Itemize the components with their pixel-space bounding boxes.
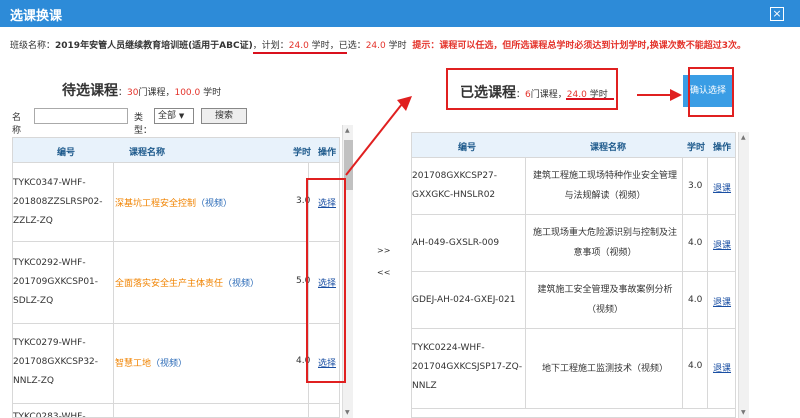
- action-column-annotation: [306, 178, 346, 383]
- course-code: TYKC0347-WHF- 201808ZZSLRSP02- ZZLZ-ZQ: [13, 178, 103, 226]
- col-code: 编号: [458, 143, 477, 153]
- table-row: AH-049-GXSLR-009 施工现场重大危险源识别与控制及注 意事项（视频）…: [412, 215, 735, 272]
- scroll-up-icon[interactable]: ▲: [741, 134, 746, 141]
- col-action: 操作: [713, 143, 732, 153]
- move-left-button[interactable]: <<: [377, 268, 390, 277]
- table-row: TYKC0224-WHF- 201704GXKCSJSP17-ZQ- NNLZ 地下…: [412, 329, 735, 409]
- course-code: GDEJ-AH-024-GXEJ-021: [412, 295, 516, 305]
- pending-hours-unit: 学时: [203, 88, 222, 98]
- class-info: 班级名称：2019年安管人员继续教育培训班(适用于ABC证)，计划：24.0 学…: [10, 36, 790, 57]
- move-right-button[interactable]: >>: [377, 246, 390, 255]
- course-code: AH-049-GXSLR-009: [412, 238, 500, 248]
- course-code: TYKC0292-WHF- 201709GXKCSP01- SDLZ-ZQ: [13, 258, 99, 306]
- course-code: TYKC0224-WHF- 201704GXKCSJSP17-ZQ- NNLZ: [412, 343, 523, 391]
- col-name: 课程名称: [590, 143, 627, 153]
- search-button[interactable]: 搜索: [201, 108, 247, 124]
- plan-underline-annotation: [262, 52, 347, 54]
- course-hours: 4.0: [688, 361, 703, 371]
- selected-courses-table: 编号 课程名称 学时 操作 201708GXKCSP27- GXXGKC-HNSL…: [411, 132, 736, 418]
- name-filter-label: 名称: [12, 113, 22, 136]
- close-icon[interactable]: ×: [770, 7, 784, 21]
- tip-text: 提示：课程可以任选，但所选课程总学时必须达到计划学时,换课次数不能超过3次。: [412, 41, 747, 51]
- col-code: 编号: [57, 148, 76, 158]
- class-label: 班级名称：: [10, 41, 56, 51]
- course-hours: 4.0: [688, 238, 703, 248]
- col-hours: 学时: [293, 148, 312, 158]
- plan-label: ，计划：: [252, 41, 289, 51]
- pending-courses-table: 编号 课程名称 学时 操作 TYKC0347-WHF- 201808ZZSLRSP…: [12, 137, 340, 418]
- confirm-button-annotation: [688, 67, 734, 117]
- drop-course-link[interactable]: 退课: [713, 361, 731, 374]
- selected-unit: 学时: [388, 41, 407, 51]
- selected-label: ，已选：: [329, 41, 366, 51]
- col-action: 操作: [318, 148, 337, 158]
- course-name: 施工现场重大危险源识别与控制及注 意事项（视频）: [532, 228, 677, 258]
- table-row: 201708GXKCSP27- GXXGKC-HNSLR02 建筑工程施工现场特种…: [412, 158, 735, 215]
- course-code: TYKC0283-WHF-: [13, 412, 86, 418]
- type-select[interactable]: 全部 ▼: [154, 108, 194, 124]
- drop-course-link[interactable]: 退课: [713, 238, 731, 251]
- pending-heading: 待选课程：30门课程，100.0 学时: [62, 80, 221, 100]
- table-row: TYKC0283-WHF-: [13, 404, 339, 418]
- selected-value: 24.0: [365, 41, 386, 51]
- scroll-down-icon[interactable]: ▼: [741, 409, 746, 416]
- pending-colon: ：: [118, 88, 128, 98]
- pending-count: 30: [127, 88, 139, 98]
- pending-hours: 100.0: [174, 88, 201, 98]
- name-filter-input[interactable]: [34, 108, 128, 124]
- selected-summary-annotation: [446, 68, 618, 110]
- dialog-title: 选课换课: [10, 9, 63, 24]
- course-name: 建筑工程施工现场特种作业安全管理 与法规解读（视频）: [532, 171, 677, 201]
- table-row: TYKC0292-WHF- 201709GXKCSP01- SDLZ-ZQ 全面落实…: [13, 242, 339, 324]
- col-hours: 学时: [687, 143, 706, 153]
- pending-table-header: 编号 课程名称 学时 操作: [13, 138, 339, 163]
- chevron-down-icon: ▼: [178, 112, 185, 120]
- selected-scrollbar[interactable]: ▲ ▼: [738, 132, 749, 418]
- type-select-value: 全部: [158, 111, 177, 121]
- drop-course-link[interactable]: 退课: [713, 295, 731, 308]
- table-row: TYKC0279-WHF- 201708GXKCSP32- NNLZ-ZQ 智慧工地…: [13, 324, 339, 404]
- course-name: 地下工程施工监测技术（视频）: [541, 364, 668, 374]
- col-name: 课程名称: [129, 148, 166, 158]
- selected-table-header: 编号 课程名称 学时 操作: [412, 133, 735, 158]
- pending-title: 待选课程: [62, 83, 118, 99]
- scroll-down-icon[interactable]: ▼: [345, 409, 350, 416]
- table-row: TYKC0347-WHF- 201808ZZSLRSP02- ZZLZ-ZQ 深基坑…: [13, 163, 339, 242]
- scroll-up-icon[interactable]: ▲: [345, 127, 350, 134]
- table-row: GDEJ-AH-024-GXEJ-021 建筑施工安全管理及事故案例分析 （视频）…: [412, 272, 735, 329]
- drop-course-link[interactable]: 退课: [713, 181, 731, 194]
- type-filter-label: 类型：: [134, 113, 153, 136]
- course-name: 智慧工地（视频）: [115, 359, 188, 369]
- course-code: TYKC0279-WHF- 201708GXKCSP32- NNLZ-ZQ: [13, 338, 99, 386]
- course-code: 201708GXKCSP27- GXXGKC-HNSLR02: [412, 171, 498, 200]
- pending-count-unit: 门课程，: [138, 88, 175, 98]
- course-hours: 4.0: [688, 295, 703, 305]
- course-name: 建筑施工安全管理及事故案例分析 （视频）: [537, 285, 673, 315]
- dialog-titlebar: 选课换课 ×: [0, 0, 800, 27]
- plan-value: 24.0: [288, 41, 309, 51]
- course-hours: 3.0: [688, 181, 703, 191]
- course-name: 深基坑工程安全控制（视频）: [115, 199, 233, 209]
- class-name: 2019年安管人员继续教育培训班(适用于ABC证): [55, 41, 253, 51]
- course-name: 全面落实安全生产主体责任（视频）: [115, 279, 260, 289]
- plan-unit: 学时: [311, 41, 330, 51]
